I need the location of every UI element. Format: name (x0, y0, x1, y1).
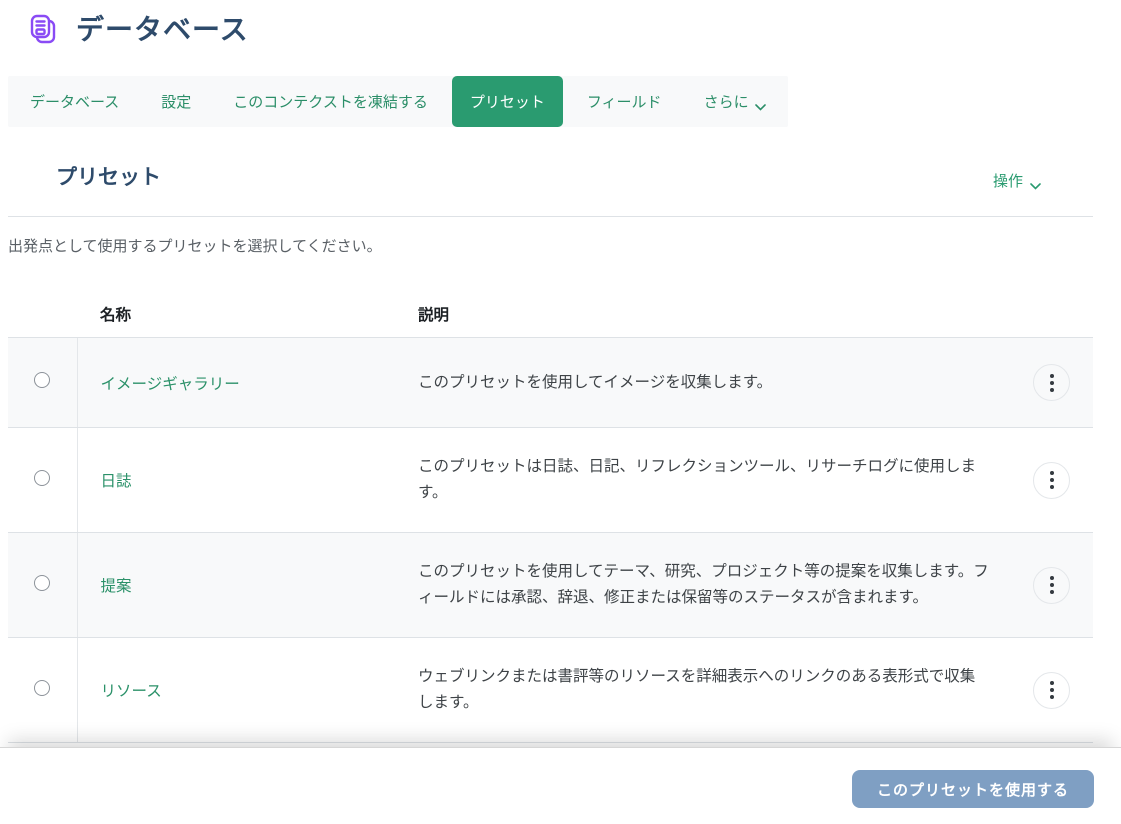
intro-text: 出発点として使用するプリセットを選択してください。 (8, 235, 1093, 256)
preset-name-link[interactable]: 日誌 (101, 473, 132, 490)
section-divider (8, 216, 1093, 217)
sticky-footer: このプリセットを使用する (0, 748, 1121, 824)
table-row: リソース ウェブリンクまたは書評等のリソースを詳細表示へのリンクのある表形式で収… (8, 638, 1093, 743)
kebab-menu-button[interactable] (1033, 364, 1070, 401)
preset-radio-cell (8, 533, 77, 638)
tab-presets[interactable]: プリセット (452, 76, 563, 127)
table-row: イメージギャラリー このプリセットを使用してイメージを収集します。 (8, 338, 1093, 428)
tab-settings[interactable]: 設定 (143, 76, 209, 127)
preset-name-cell: イメージギャラリー (77, 338, 418, 428)
preset-radio[interactable] (34, 680, 50, 696)
presets-section-title: プリセット (56, 161, 161, 191)
activity-header: データベース (24, 0, 1093, 50)
use-preset-button[interactable]: このプリセットを使用する (852, 770, 1094, 808)
table-row: 日誌 このプリセットは日誌、日記、リフレクションツール、リサーチログに使用します… (8, 428, 1093, 533)
preset-menu-cell (1010, 428, 1093, 533)
preset-description: このプリセットは日誌、日記、リフレクションツール、リサーチログに使用します。 (418, 428, 1010, 533)
chevron-down-icon (1030, 177, 1041, 184)
preset-description: ウェブリンクまたは書評等のリソースを詳細表示へのリンクのある表形式で収集します。 (418, 638, 1010, 743)
presets-table: 名称 説明 イメージギャラリー このプリセットを使用してイメージを収集します。 … (8, 291, 1093, 743)
table-row: 提案 このプリセットを使用してテーマ、研究、プロジェクト等の提案を収集します。フ… (8, 533, 1093, 638)
select-column-header (8, 291, 77, 338)
secondary-tabbar: データベース 設定 このコンテクストを凍結する プリセット フィールド さらに (8, 76, 788, 127)
tab-database[interactable]: データベース (12, 76, 137, 127)
preset-name-link[interactable]: 提案 (101, 578, 132, 595)
name-column-header: 名称 (77, 291, 418, 338)
page-title: データベース (76, 10, 249, 50)
tab-more-label: さらに (704, 91, 749, 112)
table-header-row: 名称 説明 (8, 291, 1093, 338)
actions-dropdown[interactable]: 操作 (993, 170, 1041, 191)
tab-freeze-context[interactable]: このコンテクストを凍結する (215, 76, 446, 127)
section-heading-row: プリセット 操作 (8, 161, 1093, 191)
kebab-menu-button[interactable] (1033, 567, 1070, 604)
preset-radio-cell (8, 638, 77, 743)
preset-radio[interactable] (34, 470, 50, 486)
preset-description: このプリセットを使用してイメージを収集します。 (418, 338, 1010, 428)
preset-radio-cell (8, 428, 77, 533)
actions-dropdown-label: 操作 (993, 170, 1023, 191)
preset-description: このプリセットを使用してテーマ、研究、プロジェクト等の提案を収集します。フィール… (418, 533, 1010, 638)
page-content: データベース データベース 設定 このコンテクストを凍結する プリセット フィー… (8, 0, 1093, 743)
actions-column-header (1010, 291, 1093, 338)
preset-name-cell: 提案 (77, 533, 418, 638)
kebab-menu-button[interactable] (1033, 462, 1070, 499)
tab-more[interactable]: さらに (686, 76, 784, 127)
chevron-down-icon (755, 98, 766, 105)
preset-menu-cell (1010, 338, 1093, 428)
preset-name-link[interactable]: イメージギャラリー (101, 376, 240, 393)
preset-radio[interactable] (34, 575, 50, 591)
preset-name-link[interactable]: リソース (101, 683, 162, 700)
preset-menu-cell (1010, 638, 1093, 743)
description-column-header: 説明 (418, 291, 1010, 338)
kebab-menu-button[interactable] (1033, 672, 1070, 709)
tab-fields[interactable]: フィールド (569, 76, 680, 127)
preset-radio-cell (8, 338, 77, 428)
database-activity-icon (24, 11, 62, 49)
preset-menu-cell (1010, 533, 1093, 638)
preset-radio[interactable] (34, 372, 50, 388)
preset-name-cell: リソース (77, 638, 418, 743)
preset-name-cell: 日誌 (77, 428, 418, 533)
